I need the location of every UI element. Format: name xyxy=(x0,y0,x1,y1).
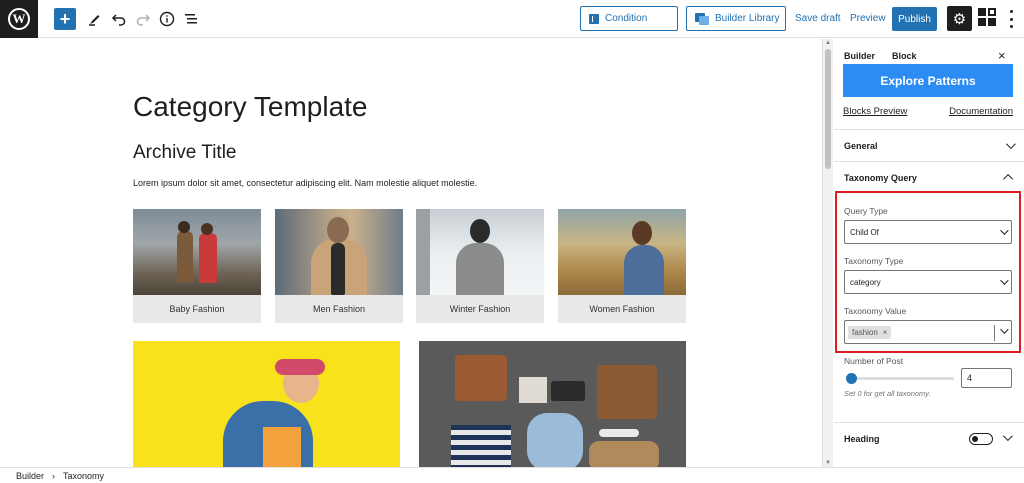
heading-toggle-switch[interactable] xyxy=(969,433,993,445)
list-view-icon xyxy=(185,14,197,24)
breadcrumb: Builder › Taxonomy xyxy=(0,467,1024,483)
library-icon xyxy=(695,12,709,25)
canvas-scrollbar[interactable]: ▲ ▼ xyxy=(822,39,833,467)
category-image xyxy=(133,209,261,295)
settings-sidebar: Builder Block × Explore Patterns Blocks … xyxy=(834,39,1024,467)
tab-block[interactable]: Block xyxy=(892,51,917,61)
redo-icon xyxy=(136,14,151,26)
query-type-value: Child Of xyxy=(850,227,879,237)
scroll-up-icon[interactable]: ▲ xyxy=(825,40,831,46)
category-label: Baby Fashion xyxy=(169,304,225,314)
chevron-down-icon xyxy=(1000,226,1009,235)
taxonomy-type-value: category xyxy=(850,277,881,287)
undo-icon xyxy=(111,14,126,26)
chevron-down-icon[interactable] xyxy=(1000,325,1009,334)
blocks-preview-link[interactable]: Blocks Preview xyxy=(843,106,907,117)
category-card-women[interactable]: Women Fashion xyxy=(558,209,686,323)
chevron-down-icon xyxy=(1005,139,1016,150)
archive-title[interactable]: Archive Title xyxy=(133,142,236,164)
wordpress-logo-icon: W xyxy=(8,8,30,30)
wordpress-logo-button[interactable]: W xyxy=(0,0,38,38)
query-type-select[interactable]: Child Of xyxy=(844,220,1012,244)
builder-library-label: Builder Library xyxy=(715,13,780,24)
category-image xyxy=(275,209,403,295)
chevron-down-icon xyxy=(1000,276,1009,285)
undo-button[interactable] xyxy=(108,8,130,30)
number-of-post-input[interactable]: 4 xyxy=(961,368,1012,388)
featured-image-yellow[interactable] xyxy=(133,341,400,467)
more-options-button[interactable] xyxy=(1006,10,1016,28)
breadcrumb-taxonomy[interactable]: Taxonomy xyxy=(63,471,104,481)
tab-builder[interactable]: Builder xyxy=(844,51,875,61)
condition-icon xyxy=(589,13,599,24)
taxonomy-type-label: Taxonomy Type xyxy=(844,256,904,266)
close-icon[interactable]: × xyxy=(998,48,1006,63)
editor-toolbar: W + Condition Builder Library Save draft… xyxy=(0,0,1024,38)
slider-handle[interactable] xyxy=(846,373,857,384)
general-panel-label: General xyxy=(844,140,878,151)
category-card-winter[interactable]: Winter Fashion xyxy=(416,209,544,323)
heading-panel-toggle[interactable]: Heading xyxy=(834,422,1024,454)
category-card-baby[interactable]: Baby Fashion xyxy=(133,209,261,323)
blocks-toggle-button[interactable] xyxy=(978,8,998,28)
category-label: Men Fashion xyxy=(312,304,366,314)
edit-tools-button[interactable] xyxy=(84,8,106,30)
general-panel-toggle[interactable]: General xyxy=(834,129,1024,161)
gear-icon: ⚙ xyxy=(952,10,967,28)
list-view-button[interactable] xyxy=(180,8,202,30)
number-of-post-slider[interactable] xyxy=(850,377,954,380)
scroll-down-icon[interactable]: ▼ xyxy=(825,460,831,466)
taxonomy-value-label: Taxonomy Value xyxy=(844,306,907,316)
category-label: Women Fashion xyxy=(589,304,655,314)
redo-button[interactable] xyxy=(132,8,154,30)
breadcrumb-builder[interactable]: Builder xyxy=(16,471,44,481)
page-title[interactable]: Category Template xyxy=(133,91,368,123)
more-vertical-icon xyxy=(1009,10,1013,13)
chevron-down-icon xyxy=(1002,431,1013,442)
taxonomy-value-multiselect[interactable]: fashion × xyxy=(844,320,1012,344)
condition-button[interactable]: Condition xyxy=(580,6,678,31)
add-block-button[interactable]: + xyxy=(54,8,76,30)
number-of-post-hint: Set 0 for get all taxonomy. xyxy=(844,389,931,398)
category-label: Winter Fashion xyxy=(449,304,511,314)
taxonomy-type-select[interactable]: category xyxy=(844,270,1012,294)
category-image xyxy=(558,209,686,295)
chevron-up-icon xyxy=(1003,173,1014,184)
pencil-icon xyxy=(89,15,100,26)
preview-button[interactable]: Preview xyxy=(850,13,886,24)
editor-canvas: Category Template Archive Title Lorem ip… xyxy=(0,39,822,467)
tag-text: fashion xyxy=(852,327,878,337)
featured-image-flatlay[interactable] xyxy=(419,341,686,467)
condition-label: Condition xyxy=(605,13,648,24)
save-draft-button[interactable]: Save draft xyxy=(795,13,841,24)
remove-tag-icon[interactable]: × xyxy=(883,328,888,337)
heading-panel-label: Heading xyxy=(844,433,880,444)
taxonomy-query-panel-label: Taxonomy Query xyxy=(844,172,917,183)
number-of-post-label: Number of Post xyxy=(844,356,904,366)
sidebar-links: Blocks Preview Documentation xyxy=(843,106,1013,117)
details-button[interactable] xyxy=(156,8,178,30)
taxonomy-value-tag: fashion × xyxy=(848,325,892,339)
settings-button[interactable]: ⚙ xyxy=(947,6,972,31)
explore-patterns-button[interactable]: Explore Patterns xyxy=(843,64,1013,97)
breadcrumb-separator-icon: › xyxy=(52,470,56,481)
info-icon xyxy=(159,11,175,27)
query-type-label: Query Type xyxy=(844,206,888,216)
category-card-men[interactable]: Men Fashion xyxy=(275,209,403,323)
builder-library-button[interactable]: Builder Library xyxy=(686,6,786,31)
category-image xyxy=(416,209,544,295)
documentation-link[interactable]: Documentation xyxy=(949,106,1013,117)
archive-description[interactable]: Lorem ipsum dolor sit amet, consectetur … xyxy=(133,178,477,188)
taxonomy-query-panel-toggle[interactable]: Taxonomy Query xyxy=(834,161,1024,193)
publish-button[interactable]: Publish xyxy=(892,7,937,31)
scrollbar-thumb[interactable] xyxy=(825,49,831,169)
blocks-icon xyxy=(978,8,986,16)
